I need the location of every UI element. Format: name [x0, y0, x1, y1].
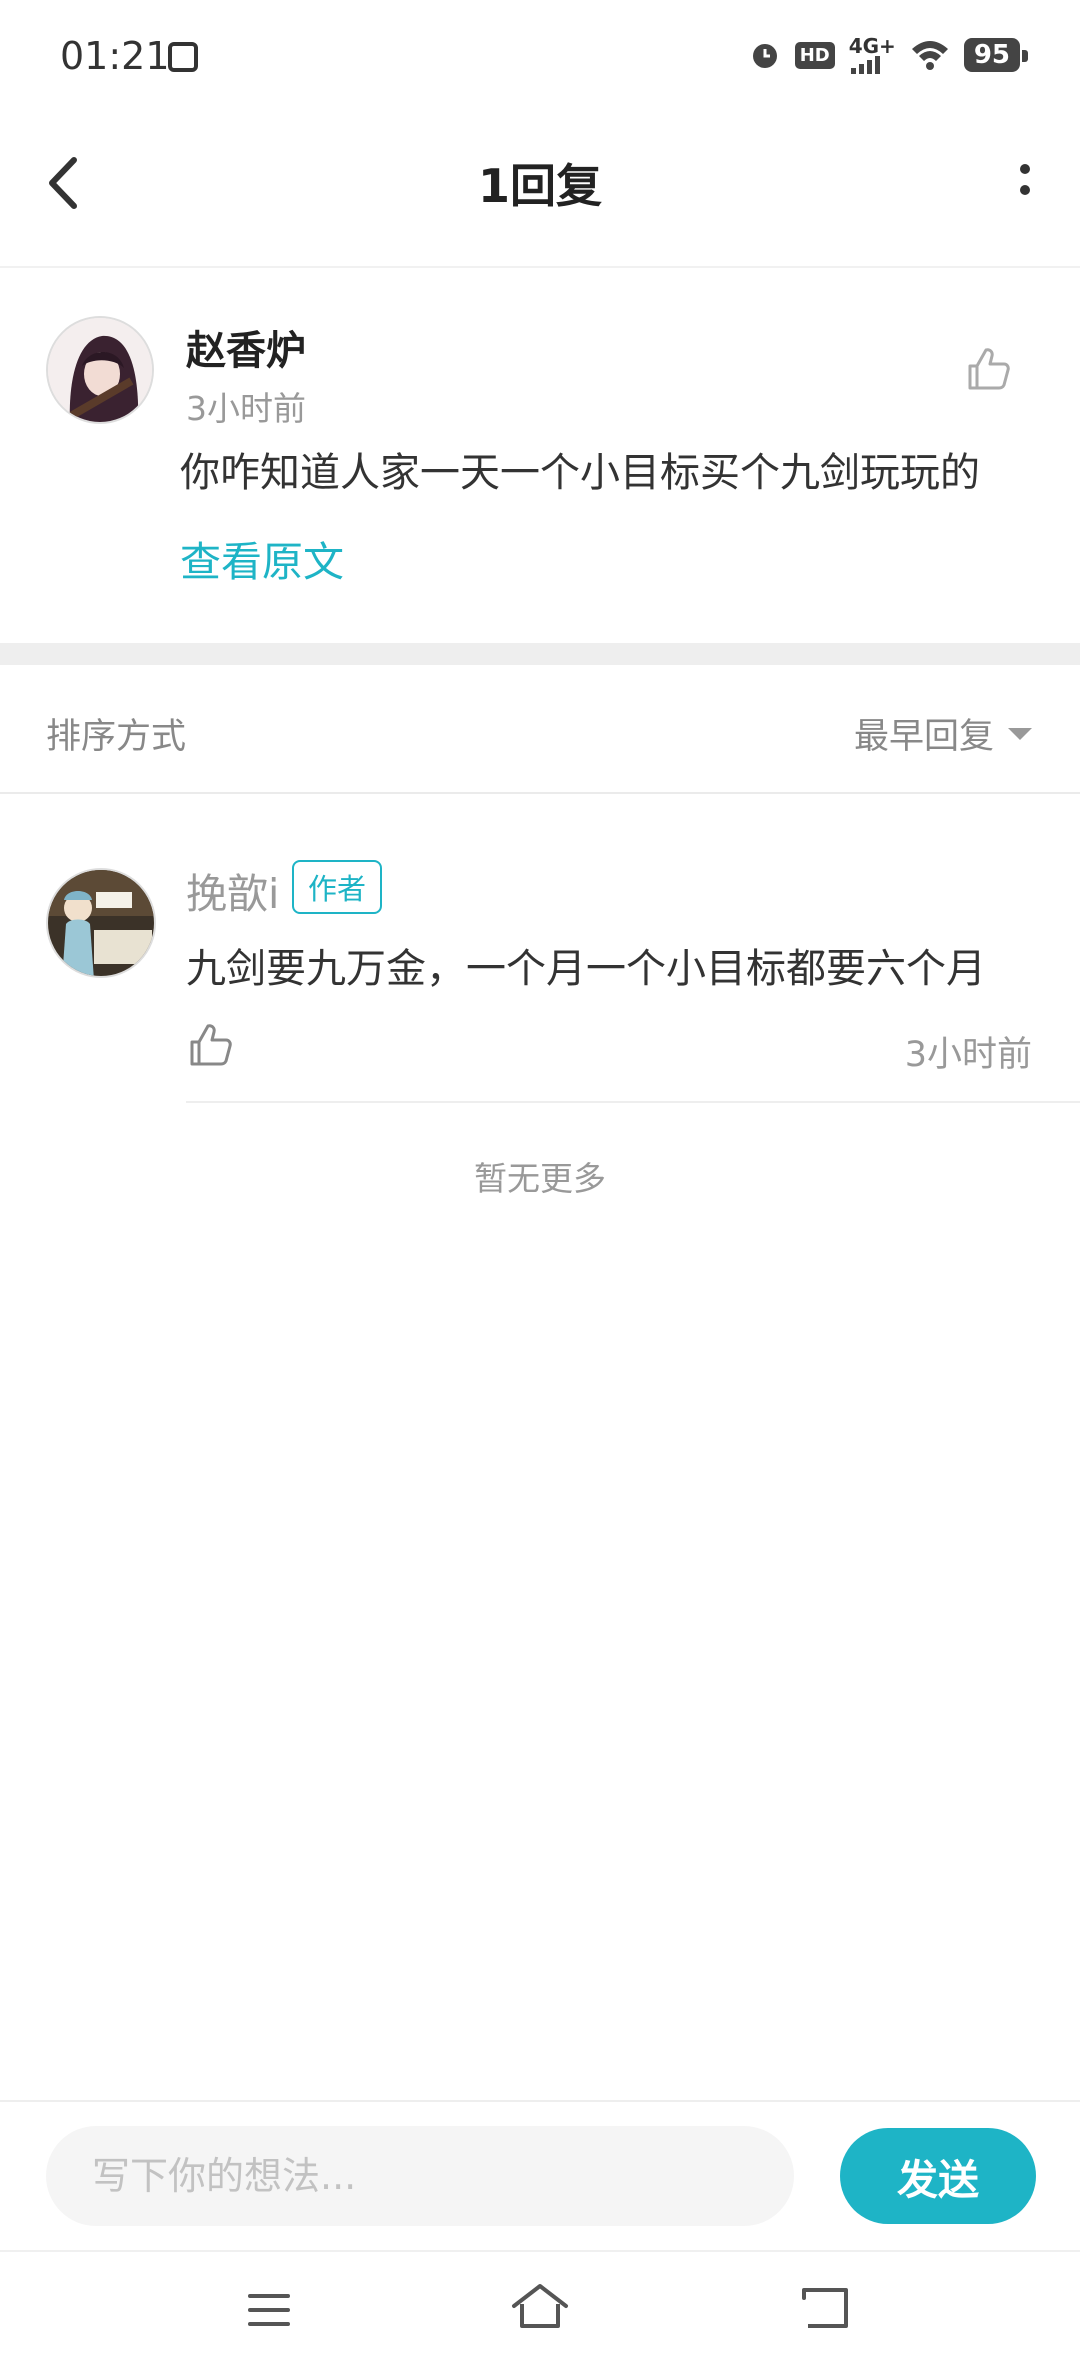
- back-arrow-icon: [802, 2288, 848, 2328]
- section-separator: [0, 643, 1080, 665]
- reply-author-name[interactable]: 挽歆i: [186, 860, 279, 920]
- status-time: 01:21: [60, 34, 170, 78]
- reply-content: 九剑要九万金，一个月一个小目标都要六个月: [186, 946, 986, 992]
- no-more-indicator: 暂无更多: [474, 1159, 606, 1198]
- network-type: 4G+: [848, 34, 896, 58]
- avatar-image: [48, 318, 152, 422]
- reply-timestamp: 3小时前: [904, 1035, 1032, 1075]
- sort-divider: [0, 792, 1080, 794]
- system-back-button[interactable]: [798, 2284, 852, 2332]
- input-bar-divider: [0, 2100, 1080, 2102]
- nav-divider: [0, 2250, 1080, 2252]
- reply-like-button[interactable]: [188, 1022, 234, 1068]
- author-badge: 作者: [292, 860, 383, 914]
- signal-icon: [850, 56, 880, 74]
- view-original-link[interactable]: 查看原文: [180, 528, 344, 588]
- more-options-button[interactable]: [1010, 158, 1040, 208]
- wifi-icon: [911, 41, 948, 70]
- more-vertical-icon: [1020, 164, 1030, 195]
- post-content: 你咋知道人家一天一个小目标买个九剑玩玩的: [180, 450, 980, 496]
- post-like-button[interactable]: [966, 346, 1012, 392]
- avatar-image: [48, 870, 154, 976]
- send-button[interactable]: 发送: [840, 2128, 1036, 2224]
- status-indicators: HD 4G+ 95: [749, 36, 1029, 74]
- hd-badge: HD: [794, 41, 835, 69]
- post-author-avatar[interactable]: [46, 316, 154, 424]
- header-divider: [0, 266, 1080, 268]
- battery-indicator: 95: [963, 38, 1029, 72]
- home-icon: [512, 2284, 568, 2328]
- post-author-name[interactable]: 赵香炉: [186, 318, 306, 376]
- sort-order-dropdown[interactable]: 最早回复: [854, 708, 1032, 759]
- caret-down-icon: [1008, 727, 1032, 740]
- sort-selected-value: 最早回复: [853, 717, 994, 757]
- thumbs-up-icon: [190, 1024, 232, 1066]
- reply-author-avatar[interactable]: [46, 868, 156, 978]
- page-title: 1回复: [477, 159, 602, 213]
- sort-label: 排序方式: [46, 717, 187, 757]
- thumbs-up-icon: [968, 348, 1010, 390]
- reply-divider: [186, 1101, 1080, 1103]
- system-menu-button[interactable]: [246, 2290, 292, 2330]
- alarm-icon: [752, 44, 777, 68]
- comment-input[interactable]: [46, 2126, 794, 2226]
- post-timestamp: 3小时前: [186, 389, 306, 428]
- menu-icon: [248, 2294, 290, 2326]
- app-notification-icon: [168, 42, 198, 72]
- signal-group: 4G+: [849, 36, 896, 74]
- system-home-button[interactable]: [510, 2282, 570, 2332]
